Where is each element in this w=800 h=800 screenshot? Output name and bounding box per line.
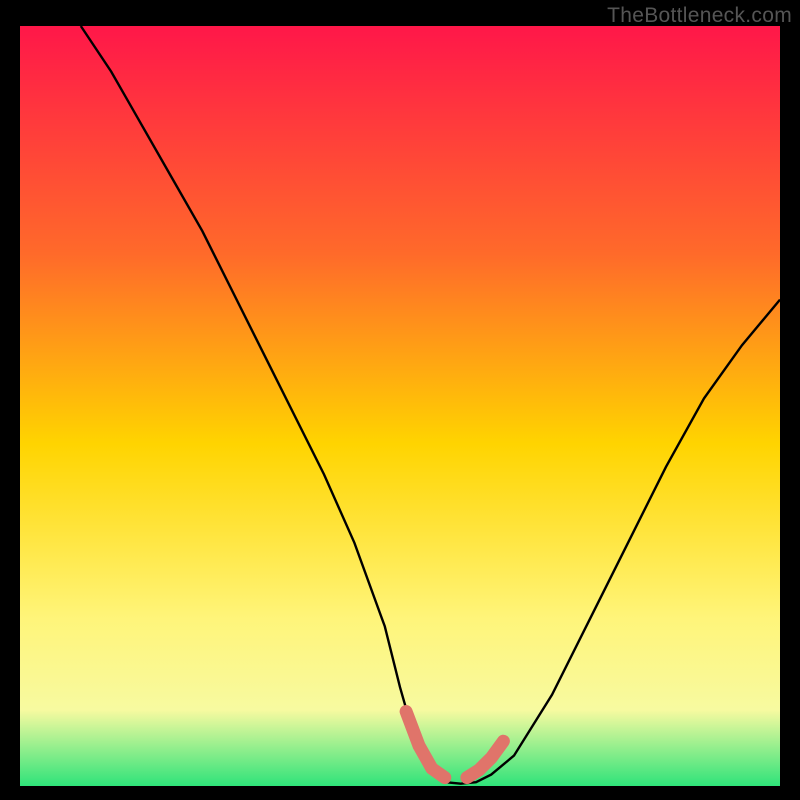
bottleneck-chart — [0, 0, 800, 800]
watermark-text: TheBottleneck.com — [607, 4, 792, 28]
plot-background — [20, 26, 780, 786]
chart-stage: TheBottleneck.com — [0, 0, 800, 800]
